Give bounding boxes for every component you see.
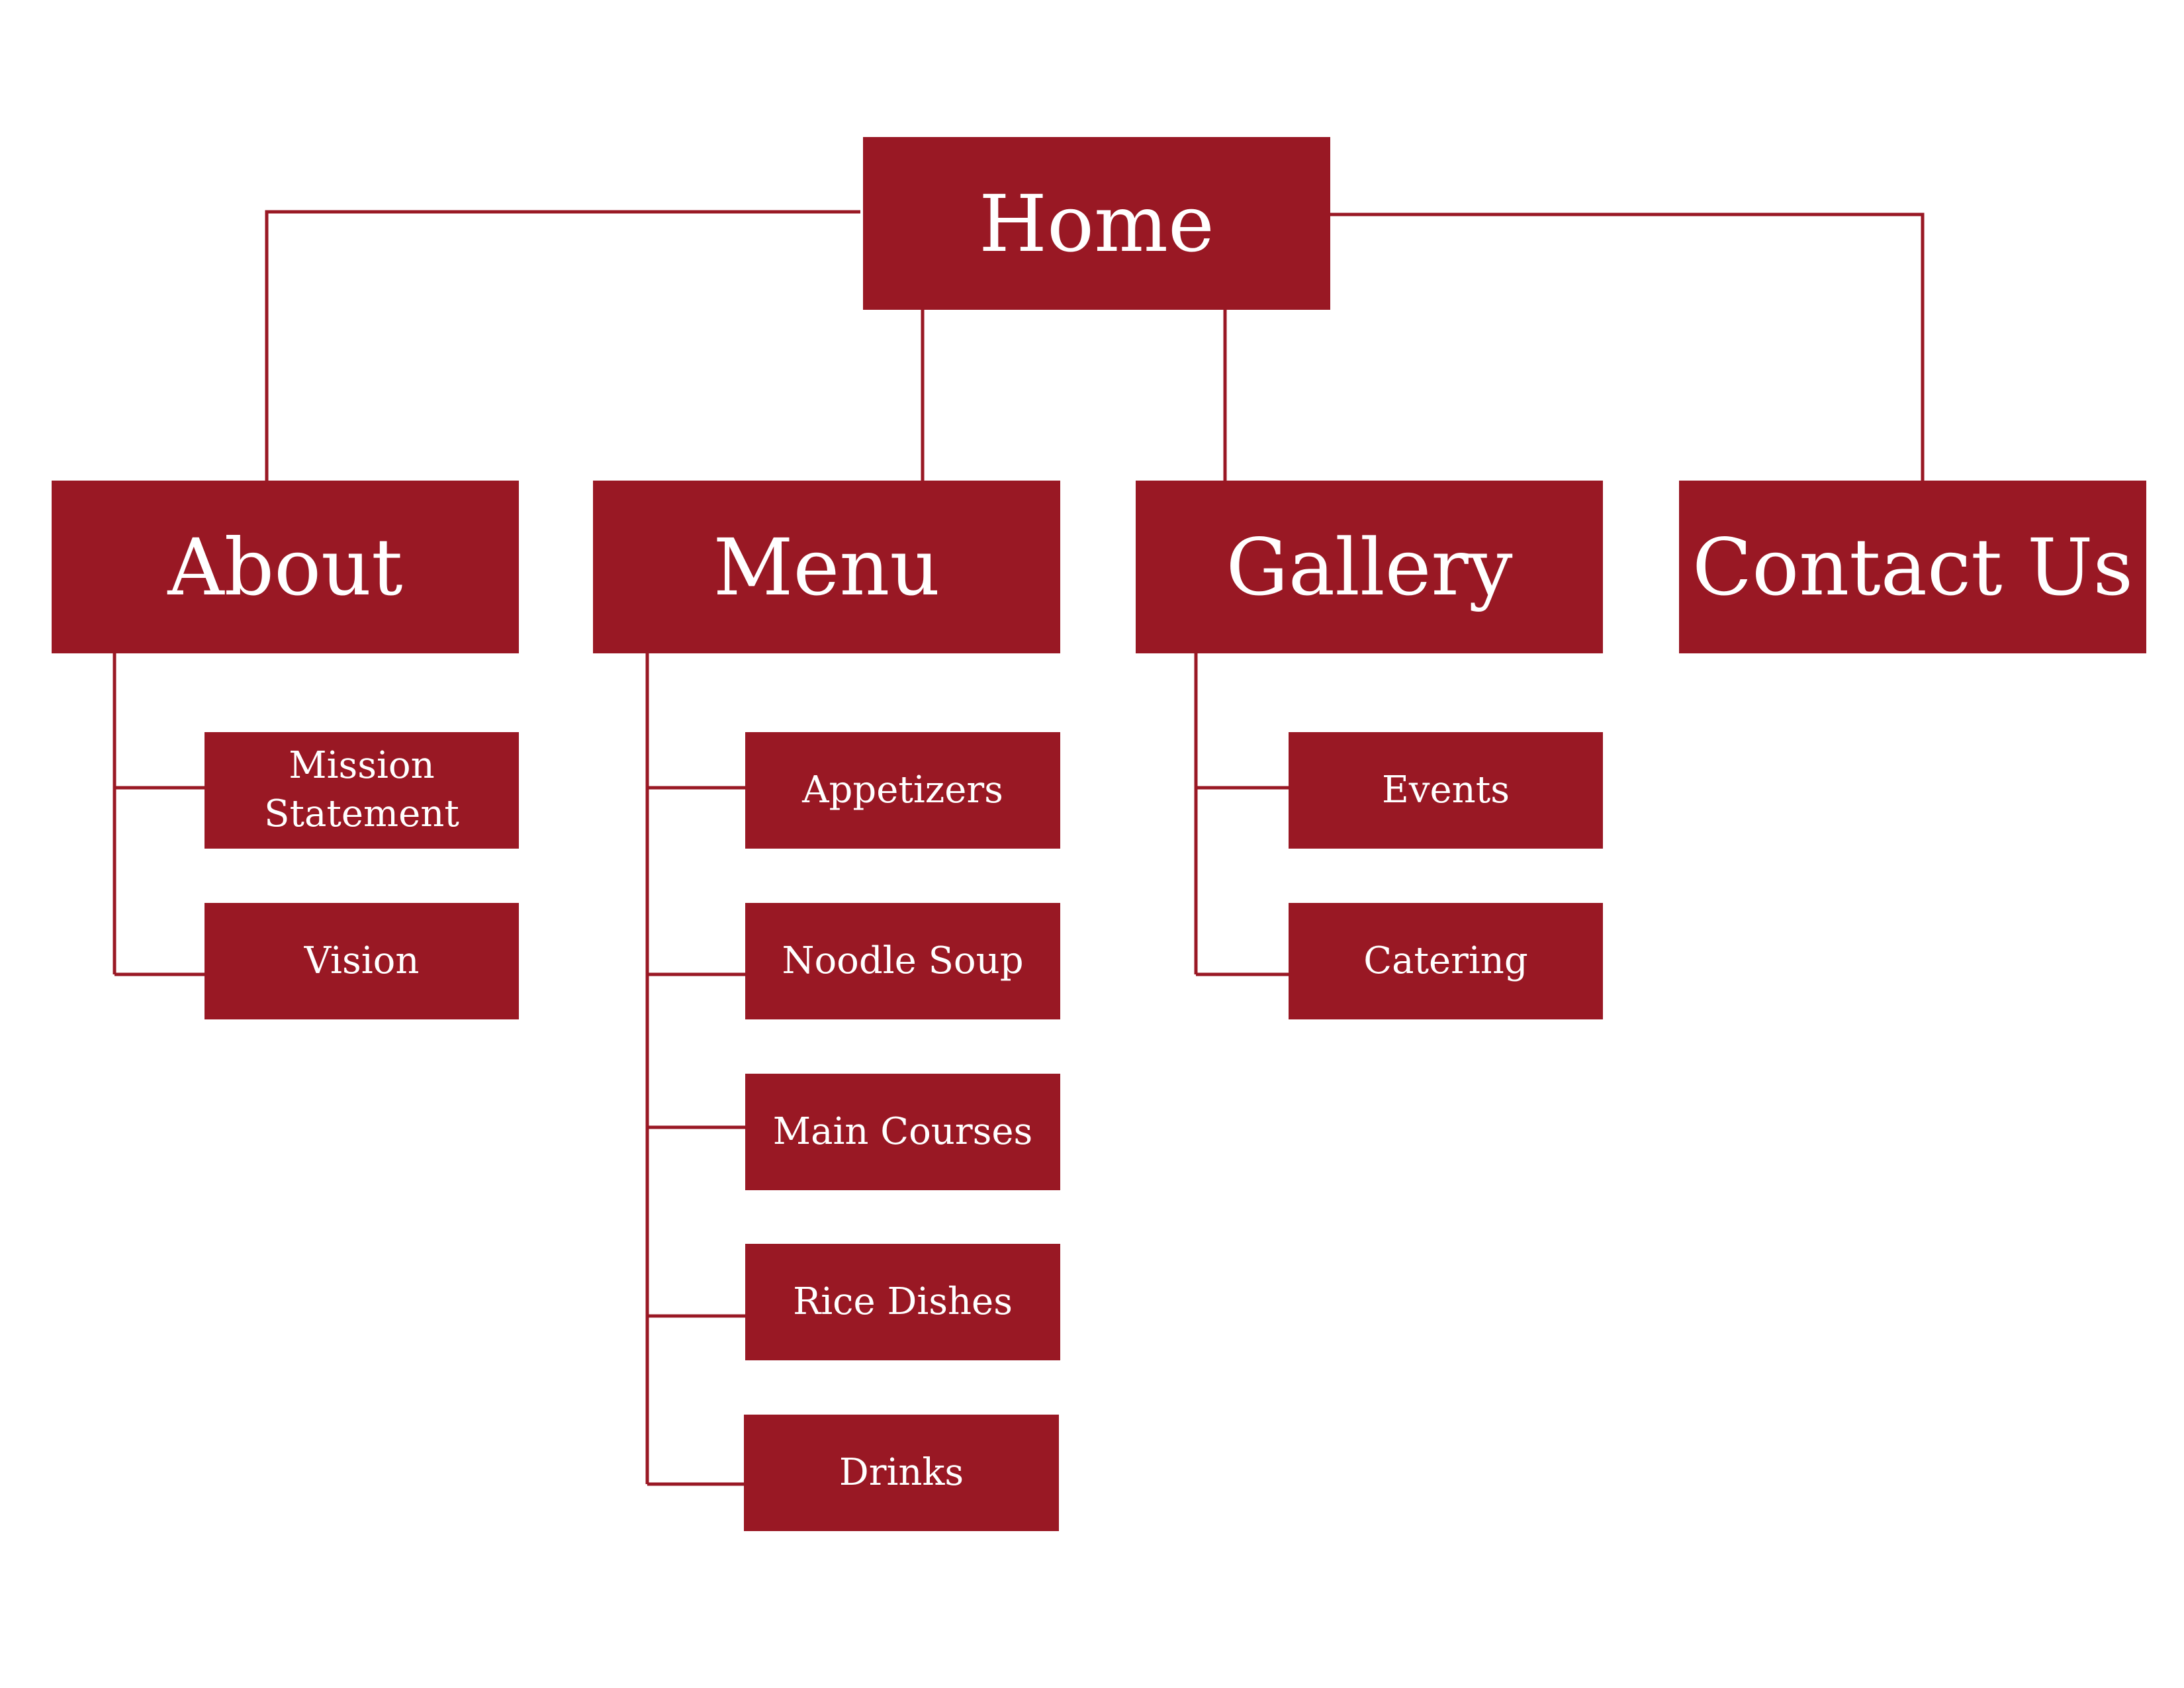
node-events-label: Events xyxy=(1382,768,1510,812)
node-appetizers: Appetizers xyxy=(745,732,1060,849)
node-drinks: Drinks xyxy=(744,1415,1059,1531)
node-drinks-label: Drinks xyxy=(839,1450,964,1494)
node-appetizers-label: Appetizers xyxy=(802,768,1003,812)
node-main-courses-label: Main Courses xyxy=(772,1109,1033,1153)
node-home-label: Home xyxy=(979,177,1214,269)
node-menu-label: Menu xyxy=(713,521,940,613)
node-rice-dishes: Rice Dishes xyxy=(745,1244,1060,1360)
node-about: About xyxy=(52,481,519,653)
node-contact-us-label: Contact Us xyxy=(1692,521,2134,613)
node-catering-label: Catering xyxy=(1363,939,1528,982)
node-menu: Menu xyxy=(593,481,1060,653)
node-rice-dishes-label: Rice Dishes xyxy=(793,1280,1013,1323)
connector-line xyxy=(265,210,860,481)
node-contact-us: Contact Us xyxy=(1679,481,2146,653)
node-gallery-label: Gallery xyxy=(1226,521,1513,613)
node-noodle-soup-label: Noodle Soup xyxy=(782,939,1024,982)
node-about-label: About xyxy=(167,521,403,613)
connector-line xyxy=(1330,212,1925,481)
node-main-courses: Main Courses xyxy=(745,1074,1060,1190)
node-mission-statement-label: Mission Statement xyxy=(264,744,459,835)
node-catering: Catering xyxy=(1289,903,1603,1019)
node-gallery: Gallery xyxy=(1136,481,1603,653)
node-mission-statement: Mission Statement xyxy=(205,732,519,849)
node-vision-label: Vision xyxy=(304,939,420,982)
node-vision: Vision xyxy=(205,903,519,1019)
node-events: Events xyxy=(1289,732,1603,849)
node-home: Home xyxy=(863,137,1330,310)
node-noodle-soup: Noodle Soup xyxy=(745,903,1060,1019)
sitemap-diagram: Home About Menu Gallery Contact Us Missi… xyxy=(0,0,2184,1688)
